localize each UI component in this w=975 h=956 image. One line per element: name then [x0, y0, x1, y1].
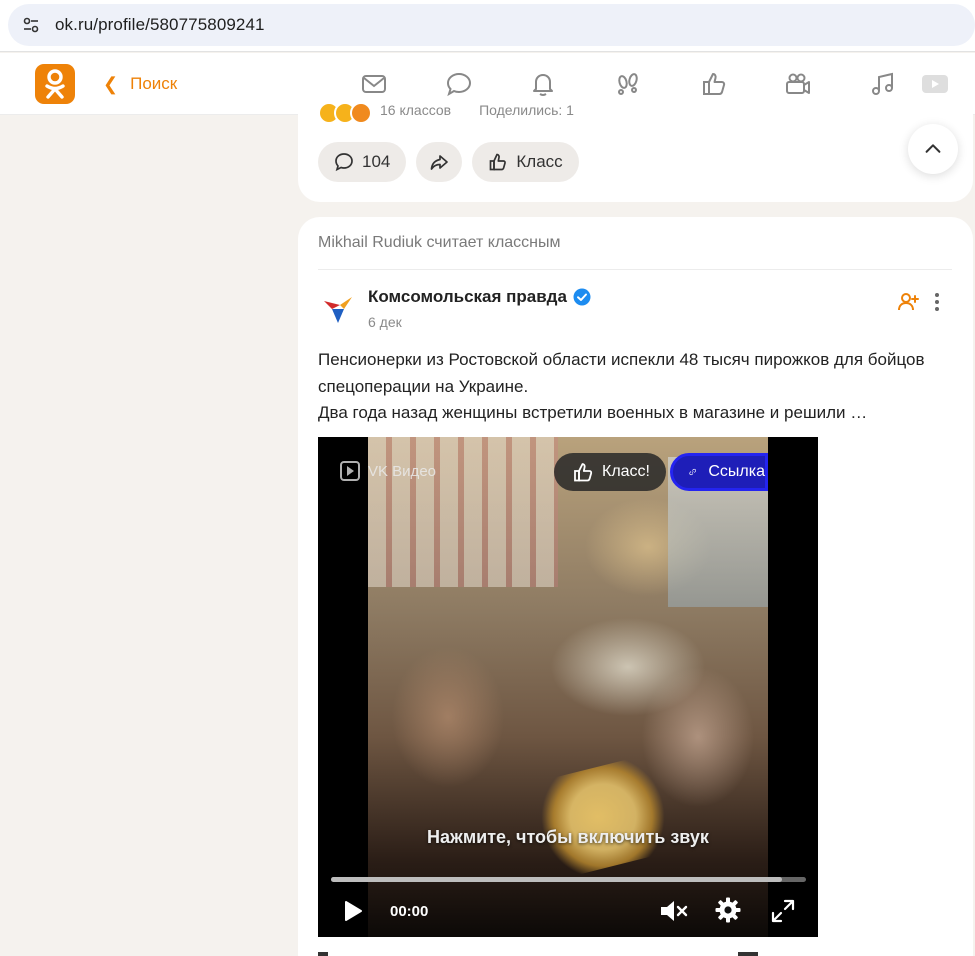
- bell-icon[interactable]: [526, 67, 560, 101]
- post-text-line: Пенсионерки из Ростовской области испекл…: [318, 350, 925, 369]
- vk-video-label: VK Видео: [368, 462, 436, 480]
- class-button[interactable]: Класс: [472, 142, 579, 182]
- video-link-label: Ссылка: [708, 463, 765, 480]
- video-progress-bar[interactable]: [331, 877, 806, 882]
- video-class-label: Класс!: [602, 463, 650, 480]
- chevron-left-icon: ❮: [103, 74, 119, 94]
- add-friend-icon[interactable]: [896, 290, 920, 314]
- video-camera-icon[interactable]: [781, 67, 815, 101]
- like-icon: [574, 463, 593, 482]
- browser-toolbar: ok.ru/profile/580775809241: [0, 0, 975, 52]
- ok-logo-icon[interactable]: [35, 64, 75, 104]
- chevron-up-icon: [925, 144, 941, 153]
- video-scene-curtain: [368, 437, 558, 587]
- video-copy-link-button[interactable]: Ссылка: [670, 453, 768, 491]
- post-actions: 104 Класс: [318, 142, 579, 182]
- url-text[interactable]: ok.ru/profile/580775809241: [55, 15, 265, 35]
- verified-icon: [573, 288, 591, 306]
- post-text[interactable]: Пенсионерки из Ростовской области испекл…: [318, 347, 958, 427]
- video-player[interactable]: VK Видео Класс! Ссылка Нажмите, чтобы вк…: [318, 437, 818, 937]
- divider: [318, 269, 952, 270]
- mail-icon[interactable]: [357, 67, 391, 101]
- author-name-label: Комсомольская правда: [368, 287, 567, 306]
- post-text-line: Два года назад женщины встретили военных…: [318, 403, 868, 422]
- video-buffered-fill: [331, 877, 783, 882]
- back-to-search-link[interactable]: ❮ Поиск: [103, 74, 177, 94]
- next-text-cutoff: [318, 946, 778, 956]
- play-icon[interactable]: [342, 899, 364, 923]
- like-icon: [490, 153, 507, 171]
- vk-video-badge: VK Видео: [340, 461, 436, 481]
- share-icon: [431, 155, 449, 170]
- comments-count: 104: [362, 152, 391, 171]
- video-time: 00:00: [390, 903, 429, 920]
- chat-icon[interactable]: [442, 67, 476, 101]
- scroll-to-top-button[interactable]: [908, 124, 958, 174]
- music-icon[interactable]: [866, 67, 900, 101]
- video-frame: [368, 437, 768, 937]
- liked-by-text[interactable]: Mikhail Rudiuk считает классным: [318, 234, 561, 252]
- video-class-button[interactable]: Класс!: [554, 453, 666, 491]
- guests-icon[interactable]: [611, 67, 645, 101]
- previous-post-card: 16 классов Поделились: 1 104 Класс: [298, 100, 973, 202]
- reactions-summary[interactable]: 16 классов Поделились: 1: [318, 100, 574, 124]
- post-text-line: спецоперации на Украине.: [318, 376, 529, 396]
- video-play-icon[interactable]: [918, 67, 950, 101]
- unmute-hint[interactable]: Нажмите, чтобы включить звук: [318, 827, 818, 848]
- fullscreen-icon[interactable]: [770, 898, 796, 924]
- site-settings-icon[interactable]: [22, 16, 40, 34]
- back-link-label: Поиск: [130, 74, 178, 93]
- post-date[interactable]: 6 дек: [368, 314, 402, 330]
- share-button[interactable]: [416, 142, 463, 182]
- like-icon[interactable]: [697, 67, 731, 101]
- settings-gear-icon[interactable]: [714, 896, 742, 924]
- video-controls: 00:00: [318, 893, 818, 929]
- comments-button[interactable]: 104: [318, 142, 407, 182]
- author-avatar[interactable]: [318, 289, 358, 329]
- video-scene-tray: [527, 752, 679, 882]
- vk-video-icon: [340, 461, 360, 481]
- muted-speaker-icon[interactable]: [658, 897, 690, 925]
- address-bar[interactable]: ok.ru/profile/580775809241: [8, 4, 975, 46]
- class-label: Класс: [516, 152, 563, 171]
- reaction-icon: [350, 102, 372, 124]
- comment-icon: [335, 153, 353, 172]
- author-name[interactable]: Комсомольская правда: [368, 287, 591, 307]
- link-icon: [689, 468, 696, 476]
- reactions-count: 16 классов: [380, 102, 452, 118]
- shares-count: Поделились: 1: [479, 102, 574, 118]
- more-options-icon[interactable]: [930, 290, 944, 314]
